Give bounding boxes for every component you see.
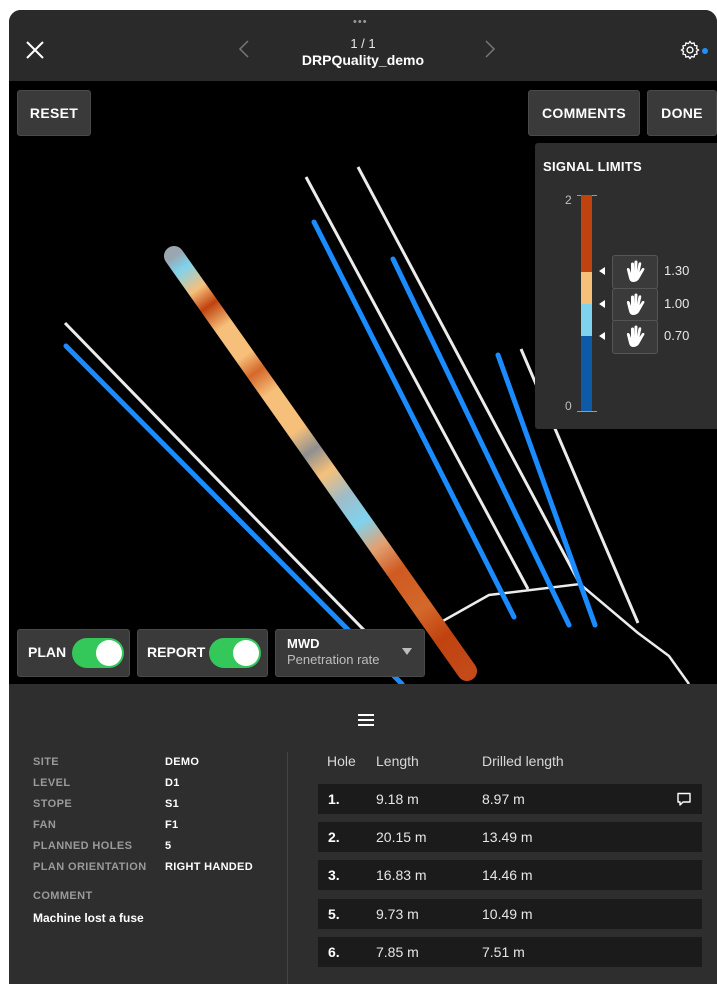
column-header-length: Length — [376, 753, 419, 769]
reset-button[interactable]: RESET — [17, 90, 91, 136]
drilled-holes — [63, 219, 598, 684]
column-header-hole: Hole — [327, 753, 356, 769]
chevron-down-icon — [402, 648, 412, 655]
mwd-select-title: MWD — [287, 636, 320, 651]
info-label-planned-holes: PLANNED HOLES — [33, 840, 133, 852]
scale-low — [581, 336, 592, 411]
hole-number: 6. — [328, 944, 340, 960]
report-panel: SITE DEMO LEVEL D1 STOPE S1 FAN F1 PLANN… — [9, 684, 717, 984]
page-counter: 1 / 1 — [350, 36, 376, 51]
signal-min-label: 0 — [565, 399, 572, 413]
info-value-planned-holes: 5 — [165, 840, 172, 852]
report-toggle-box: REPORT — [137, 629, 268, 677]
hole-drilled-length: 14.46 m — [482, 867, 533, 883]
threshold-handle-mid[interactable] — [612, 288, 658, 322]
drag-handle-icon[interactable]: ••• — [353, 16, 368, 28]
hole-length: 9.73 m — [376, 906, 419, 922]
threshold-marker-icon — [599, 300, 605, 308]
chevron-right-icon[interactable] — [481, 37, 499, 61]
info-label-stope: STOPE — [33, 798, 73, 810]
report-toggle-switch[interactable] — [209, 638, 261, 668]
info-value-fan: F1 — [165, 819, 179, 831]
signal-limits-title: SIGNAL LIMITS — [543, 159, 642, 174]
plan-toggle-label: PLAN — [28, 644, 67, 660]
comment-icon[interactable] — [676, 791, 692, 807]
info-value-plan-orientation: RIGHT HANDED — [165, 861, 253, 873]
threshold-handle-high[interactable] — [612, 255, 658, 289]
signal-limits-panel: SIGNAL LIMITS 2 0 1.30 1.00 0.70 — [535, 143, 717, 429]
report-toggle-label: REPORT — [147, 644, 206, 660]
hand-icon — [626, 325, 645, 347]
signal-max-label: 2 — [565, 193, 572, 207]
toggle-knob — [96, 640, 122, 666]
info-value-level: D1 — [165, 777, 180, 789]
mwd-select[interactable]: MWD Penetration rate — [275, 629, 425, 677]
scale-mid-low — [581, 304, 592, 336]
signal-color-scale — [581, 195, 592, 411]
hole-drilled-length: 13.49 m — [482, 829, 533, 845]
info-value-stope: S1 — [165, 798, 180, 810]
scale-high — [581, 195, 592, 272]
threshold-value-mid: 1.00 — [664, 296, 690, 311]
comment-text: Machine lost a fuse — [33, 911, 144, 925]
hole-length: 7.85 m — [376, 944, 419, 960]
panel-divider — [287, 752, 288, 984]
scale-mid-high — [581, 272, 592, 304]
tick-min — [577, 411, 597, 412]
column-header-drilled-length: Drilled length — [482, 753, 564, 769]
hand-icon — [626, 293, 645, 315]
table-row[interactable]: 5. 9.73 m 10.49 m — [318, 899, 702, 929]
plan-toggle-switch[interactable] — [72, 638, 124, 668]
threshold-value-high: 1.30 — [664, 263, 690, 278]
info-label-level: LEVEL — [33, 777, 71, 789]
hole-length: 9.18 m — [376, 791, 419, 807]
threshold-marker-icon — [599, 332, 605, 340]
hole-number: 3. — [328, 867, 340, 883]
hole-length: 20.15 m — [376, 829, 427, 845]
menu-icon[interactable] — [358, 714, 374, 726]
mwd-select-value: Penetration rate — [287, 652, 380, 667]
top-bar: ••• 1 / 1 DRPQuality_demo — [9, 10, 717, 81]
table-row[interactable]: 3. 16.83 m 14.46 m — [318, 860, 702, 890]
done-button[interactable]: DONE — [647, 90, 717, 136]
drill-plan-viewport[interactable]: RESET COMMENTS DONE SIGNAL LIMITS 2 0 1.… — [9, 81, 717, 684]
table-row[interactable]: 1. 9.18 m 8.97 m — [318, 784, 702, 814]
comment-label: COMMENT — [33, 890, 93, 902]
hole-length: 16.83 m — [376, 867, 427, 883]
info-label-site: SITE — [33, 756, 60, 768]
info-value-site: DEMO — [165, 756, 200, 768]
info-label-plan-orientation: PLAN ORIENTATION — [33, 861, 147, 873]
toggle-knob — [233, 640, 259, 666]
hole-drilled-length: 7.51 m — [482, 944, 525, 960]
gear-icon[interactable] — [679, 39, 701, 61]
hole-number: 5. — [328, 906, 340, 922]
hole-number: 1. — [328, 791, 340, 807]
page-title: DRPQuality_demo — [301, 52, 425, 68]
hole-drilled-length: 8.97 m — [482, 791, 525, 807]
threshold-marker-icon — [599, 267, 605, 275]
threshold-handle-low[interactable] — [612, 320, 658, 354]
notification-dot — [702, 48, 708, 54]
comments-button[interactable]: COMMENTS — [528, 90, 640, 136]
threshold-value-low: 0.70 — [664, 328, 690, 343]
info-label-fan: FAN — [33, 819, 57, 831]
plan-toggle-box: PLAN — [17, 629, 130, 677]
hole-number: 2. — [328, 829, 340, 845]
hole-drilled-length: 10.49 m — [482, 906, 533, 922]
hand-icon — [626, 260, 645, 282]
app-window: ••• 1 / 1 DRPQuality_demo RESET COMMENTS… — [9, 10, 717, 984]
table-row[interactable]: 2. 20.15 m 13.49 m — [318, 822, 702, 852]
table-row[interactable]: 6. 7.85 m 7.51 m — [318, 937, 702, 967]
